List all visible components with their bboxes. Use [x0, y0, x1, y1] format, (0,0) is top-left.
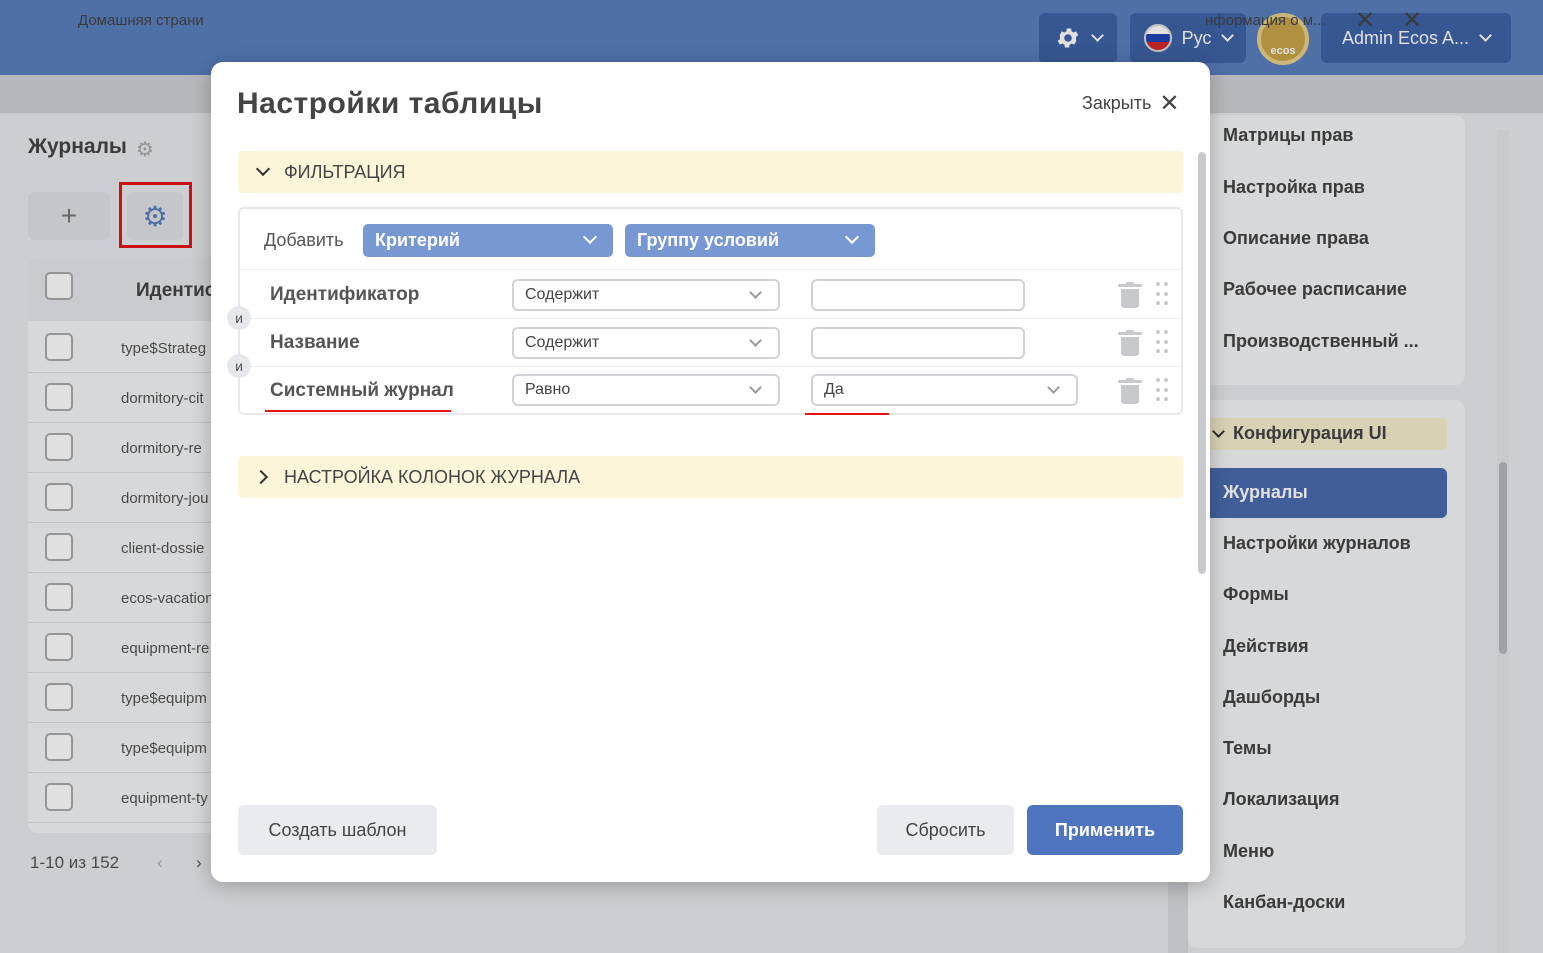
- highlight-underline: [265, 410, 451, 412]
- add-criterion-label: Критерий: [375, 230, 460, 250]
- close-button[interactable]: Закрыть ✕: [1082, 89, 1180, 117]
- columns-section-header[interactable]: НАСТРОЙКА КОЛОНОК ЖУРНАЛА: [238, 456, 1183, 498]
- chevron-down-icon: [1047, 381, 1060, 394]
- chevron-down-icon: [749, 286, 762, 299]
- add-label: Добавить: [264, 230, 344, 250]
- close-label: Закрыть: [1082, 93, 1152, 113]
- chevron-down-icon: [582, 229, 598, 245]
- and-badge: и: [227, 354, 251, 378]
- add-group-dropdown[interactable]: Группу условий: [625, 224, 875, 257]
- trash-icon[interactable]: [1118, 378, 1142, 404]
- filter-field-label: Системный журнал: [270, 380, 454, 401]
- trash-icon[interactable]: [1118, 330, 1142, 356]
- add-criterion-dropdown[interactable]: Критерий: [363, 224, 613, 257]
- apply-button[interactable]: Применить: [1027, 805, 1183, 855]
- filter-value: Да: [824, 381, 844, 398]
- close-icon: ✕: [1159, 89, 1180, 117]
- chevron-down-icon: [749, 334, 762, 347]
- and-badge: и: [227, 306, 251, 330]
- filter-operator-select[interactable]: Равно: [512, 374, 780, 406]
- chevron-down-icon: [255, 161, 271, 177]
- filter-operator-select[interactable]: Содержит: [512, 327, 780, 359]
- chevron-right-icon: [253, 469, 269, 485]
- highlight-underline: [805, 413, 889, 415]
- chevron-down-icon: [749, 381, 762, 394]
- reset-button[interactable]: Сбросить: [877, 805, 1014, 855]
- divider: [240, 318, 1181, 319]
- filter-field-label: Название: [270, 332, 360, 353]
- filter-operator-select[interactable]: Содержит: [512, 279, 780, 311]
- filter-section-label: ФИЛЬТРАЦИЯ: [284, 161, 406, 182]
- columns-section-label: НАСТРОЙКА КОЛОНОК ЖУРНАЛА: [284, 466, 581, 487]
- filter-value-input[interactable]: [811, 327, 1025, 359]
- drag-handle-icon[interactable]: [1156, 330, 1168, 356]
- trash-icon[interactable]: [1118, 282, 1142, 308]
- filter-value-select[interactable]: Да: [811, 374, 1078, 406]
- filter-value-input[interactable]: [811, 279, 1025, 311]
- filter-operator-value: Содержит: [525, 286, 600, 303]
- chevron-down-icon: [844, 229, 860, 245]
- divider: [240, 366, 1181, 367]
- filter-field-label: Идентификатор: [270, 284, 420, 305]
- filter-operator-value: Равно: [525, 381, 571, 398]
- modal-title: Настройки таблицы: [237, 87, 543, 120]
- filter-section-header[interactable]: ФИЛЬТРАЦИЯ: [238, 151, 1183, 193]
- add-group-label: Группу условий: [637, 230, 780, 250]
- drag-handle-icon[interactable]: [1156, 282, 1168, 308]
- divider: [240, 269, 1181, 270]
- create-template-button[interactable]: Создать шаблон: [238, 805, 437, 855]
- modal-scrollbar[interactable]: [1198, 152, 1206, 574]
- filter-operator-value: Содержит: [525, 334, 600, 351]
- drag-handle-icon[interactable]: [1156, 378, 1168, 404]
